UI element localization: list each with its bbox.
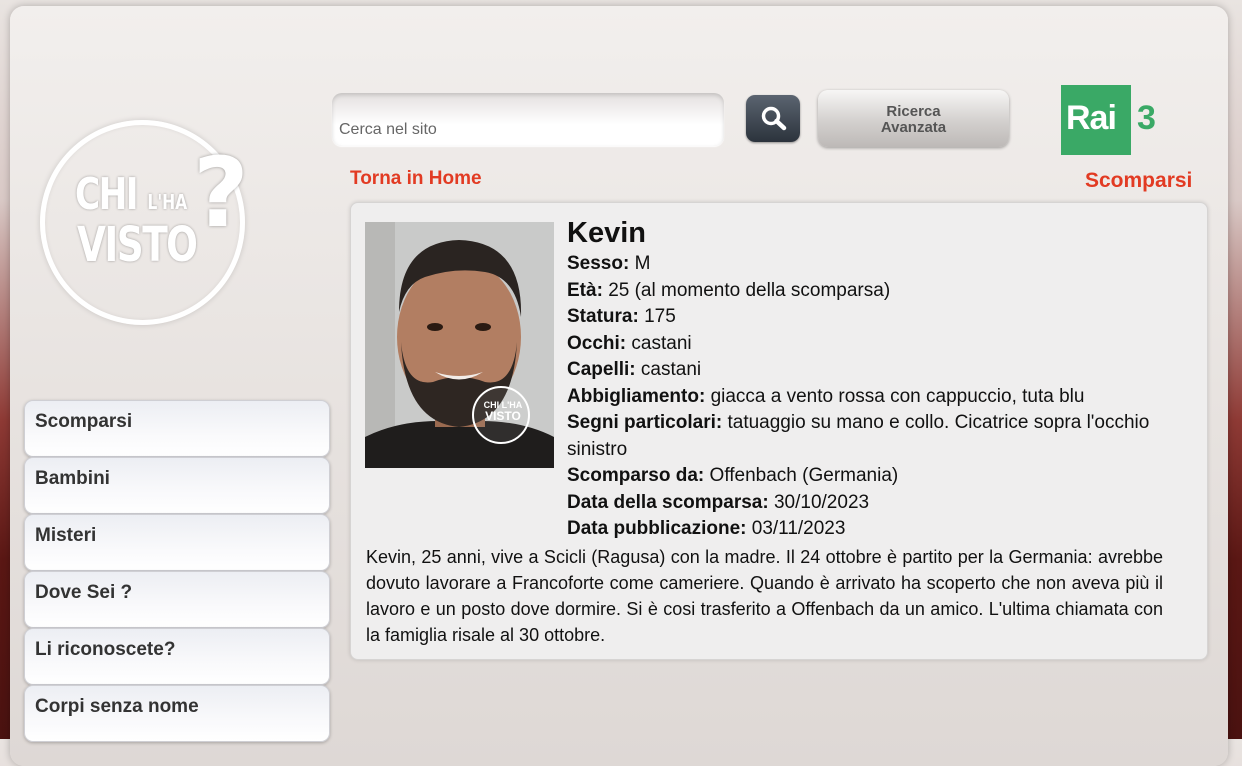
advanced-search-label-1: Ricerca <box>886 103 941 120</box>
sidebar-item-corpi-senza-nome[interactable]: Corpi senza nome <box>24 685 330 742</box>
field-row: Data della scomparsa: 30/10/2023 <box>567 491 870 513</box>
sidebar-menu: Scomparsi Bambini Misteri Dove Sei ? Li … <box>24 400 330 742</box>
field-row: Sesso: M <box>567 253 651 274</box>
photo-watermark: CHI L'HA VISTO <box>483 400 523 423</box>
sidebar-item-scomparsi[interactable]: Scomparsi <box>24 400 330 457</box>
advanced-search-label-2: Avanzata <box>880 119 947 136</box>
logo-line1: CHI L'HA <box>75 169 188 220</box>
field-row: Età: 25 (al momento della scomparsa) <box>567 279 891 301</box>
sidebar-item-misteri[interactable]: Misteri <box>24 514 330 571</box>
field-row: Statura: 175 <box>567 306 676 327</box>
person-name: Kevin <box>567 217 646 249</box>
search-button[interactable] <box>746 95 800 142</box>
sidebar-item-li-riconoscete[interactable]: Li riconoscete? <box>24 628 330 685</box>
field-row: Capelli: castani <box>567 359 702 380</box>
logo-line2: VISTO <box>77 217 198 273</box>
missing-person-photo: CHI L'HA VISTO <box>365 222 554 468</box>
field-row: Abbigliamento: giacca a vento rossa con … <box>567 385 1085 407</box>
rai-logo[interactable]: Rai <box>1061 85 1131 155</box>
sidebar-item-dove-sei[interactable]: Dove Sei ? <box>24 571 330 628</box>
profile-info: Kevin Sesso: M Età: 25 (al momento della… <box>567 216 1167 543</box>
home-link[interactable]: Torna in Home <box>350 168 482 190</box>
field-row: Occhi: castani <box>567 332 692 354</box>
field-row: Segni particolari: tatuaggio su mano e c… <box>567 412 1150 460</box>
logo-question-mark: ? <box>193 137 249 249</box>
section-title: Scomparsi <box>1085 169 1193 192</box>
chi-lha-visto-logo[interactable]: CHI L'HA VISTO ? <box>40 120 249 325</box>
search-input[interactable] <box>332 93 724 146</box>
advanced-search-button[interactable]: Ricerca Avanzata <box>818 90 1009 147</box>
sidebar-item-bambini[interactable]: Bambini <box>24 457 330 514</box>
field-row: Scomparso da: Offenbach (Germania) <box>567 465 899 486</box>
search-icon <box>761 106 787 131</box>
field-row: Data pubblicazione: 03/11/2023 <box>567 518 846 539</box>
case-description: Kevin, 25 anni, vive a Scicli (Ragusa) c… <box>366 547 1163 645</box>
rai-channel-number: 3 <box>1137 99 1156 137</box>
